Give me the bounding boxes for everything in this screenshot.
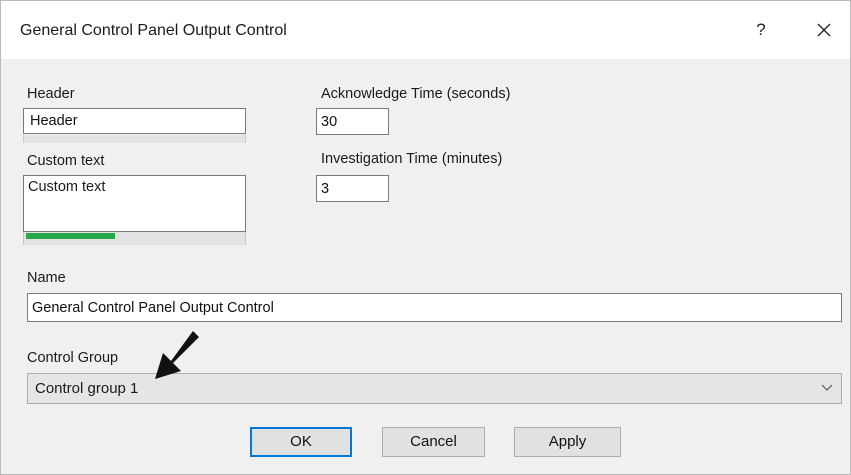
close-button[interactable] [807,15,841,45]
callout-arrow-icon [155,331,199,379]
chevron-down-icon [821,384,833,391]
window-title: General Control Panel Output Control [20,22,287,39]
ok-button[interactable]: OK [250,427,352,457]
header-label: Header [27,86,75,102]
investigation-time-label: Investigation Time (minutes) [321,151,503,167]
dialog: General Control Panel Output Control ? H… [0,0,851,475]
title-bar: General Control Panel Output Control ? [1,1,850,59]
custom-text-area[interactable]: Custom text [23,175,246,232]
header-input[interactable] [23,108,246,134]
cancel-button[interactable]: Cancel [382,427,485,457]
acknowledge-time-input[interactable] [316,108,389,135]
custom-text-label: Custom text [27,153,105,169]
acknowledge-time-label: Acknowledge Time (seconds) [321,86,511,102]
control-group-label: Control Group [27,350,119,366]
custom-text-value: Custom text [28,179,106,195]
close-icon [817,23,831,37]
name-label: Name [27,270,66,286]
header-underfill [23,135,246,143]
investigation-time-input[interactable] [316,175,389,202]
name-input[interactable] [27,293,842,322]
custom-text-length-bar [26,233,115,239]
help-button[interactable]: ? [746,15,776,45]
control-group-value: Control group 1 [35,380,139,397]
apply-button[interactable]: Apply [514,427,621,457]
